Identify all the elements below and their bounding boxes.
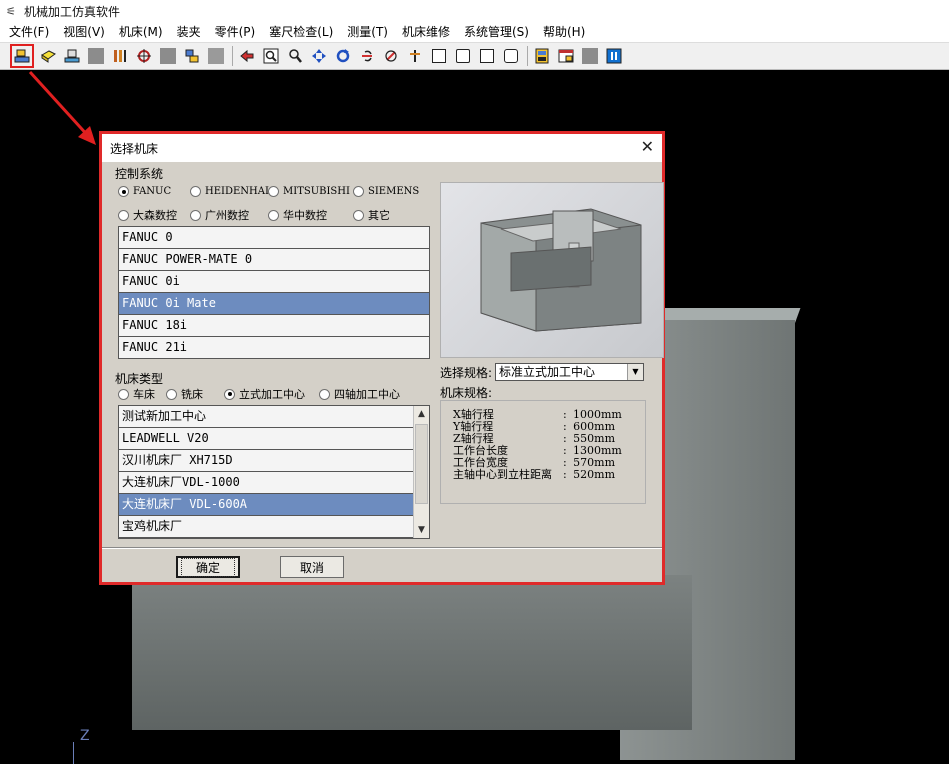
menu-bar: 文件(F) 视图(V) 机床(M) 装夹 零件(P) 塞尺检查(L) 测量(T)… <box>0 22 949 42</box>
list-item[interactable]: FANUC 18i <box>119 315 429 337</box>
ok-button[interactable]: 确定 <box>176 556 240 578</box>
list-item-selected[interactable]: FANUC 0i Mate <box>119 293 429 315</box>
menu-measure[interactable]: 测量(T) <box>340 22 395 42</box>
radio-guangzhou[interactable]: 广州数控 <box>190 207 249 223</box>
machine-spec-label: 机床规格: <box>440 386 493 400</box>
list-item[interactable]: FANUC POWER-MATE 0 <box>119 249 429 271</box>
rotate-left-icon[interactable] <box>357 46 377 66</box>
spec-select-dropdown[interactable]: 标准立式加工中心 ▼ <box>495 363 644 381</box>
scroll-thumb[interactable] <box>415 424 428 504</box>
list-item[interactable]: 测试新加工中心 <box>119 406 414 428</box>
machine-spec-box: X轴行程:1000mm Y轴行程:600mm Z轴行程:550mm 工作台长度:… <box>440 400 646 504</box>
list-item[interactable]: 大连机床厂VDL-1000 <box>119 472 414 494</box>
dialog-title-bar: 选择机床 ✕ <box>102 134 662 162</box>
machine-preview-image <box>440 182 664 358</box>
menu-machine[interactable]: 机床(M) <box>112 22 170 42</box>
workpiece-icon[interactable] <box>182 46 202 66</box>
rotate-icon[interactable] <box>333 46 353 66</box>
zoom-window-icon[interactable] <box>261 46 281 66</box>
menu-file[interactable]: 文件(F) <box>2 22 56 42</box>
machine-list-scrollbar[interactable]: ▲ ▼ <box>413 406 429 538</box>
cube-right-icon[interactable] <box>501 46 521 66</box>
axis-icon[interactable] <box>405 46 425 66</box>
dialog-title: 选择机床 <box>110 141 159 156</box>
menu-part[interactable]: 零件(P) <box>208 22 263 42</box>
cube-top-icon[interactable] <box>453 46 473 66</box>
pan-icon[interactable] <box>309 46 329 66</box>
chevron-down-icon[interactable]: ▼ <box>627 364 643 380</box>
move-icon[interactable] <box>237 46 257 66</box>
toolbar-separator <box>527 46 528 66</box>
toolbar-separator <box>232 46 233 66</box>
disabled-grid-icon[interactable] <box>206 46 226 66</box>
cube-front-icon[interactable] <box>429 46 449 66</box>
disabled-workpiece-icon[interactable] <box>158 46 178 66</box>
menu-machine-repair[interactable]: 机床维修 <box>395 22 457 42</box>
radio-mitsubishi[interactable]: MITSUBISHI <box>268 186 350 197</box>
radio-siemens[interactable]: SIEMENS <box>353 186 419 197</box>
close-icon[interactable]: ✕ <box>641 138 654 156</box>
app-icon: ⚟ <box>6 4 16 18</box>
radio-huazhong[interactable]: 华中数控 <box>268 207 327 223</box>
control-system-label: 控制系统 <box>115 165 164 182</box>
tool-change-icon[interactable] <box>110 46 130 66</box>
menu-view[interactable]: 视图(V) <box>56 22 112 42</box>
crosshair-icon[interactable] <box>134 46 154 66</box>
window-icon[interactable] <box>556 46 576 66</box>
cancel-button[interactable]: 取消 <box>280 556 344 578</box>
spec-row: 主轴中心到立柱距离:520mm <box>453 468 615 481</box>
radio-fanuc[interactable]: FANUC <box>118 186 171 197</box>
machine-type-label: 机床类型 <box>115 370 164 387</box>
machine-base <box>132 575 692 730</box>
list-item[interactable]: LEADWELL V20 <box>119 428 414 450</box>
part-icon[interactable] <box>38 46 58 66</box>
list-item[interactable]: FANUC 0 <box>119 227 429 249</box>
spec-select-value: 标准立式加工中心 <box>499 365 596 379</box>
control-panel-icon[interactable] <box>532 46 552 66</box>
dialog-footer-separator <box>102 547 662 549</box>
machine-list[interactable]: 测试新加工中心 LEADWELL V20 汉川机床厂 XH715D 大连机床厂V… <box>118 405 430 539</box>
radio-vertical-center[interactable]: 立式加工中心 <box>224 386 305 402</box>
radio-other[interactable]: 其它 <box>353 207 390 223</box>
spec-select-label: 选择规格: <box>440 366 493 380</box>
disabled-tool-icon[interactable] <box>86 46 106 66</box>
radio-lathe[interactable]: 车床 <box>118 386 155 402</box>
menu-help[interactable]: 帮助(H) <box>536 22 592 42</box>
axis-z-line <box>73 742 74 764</box>
scroll-up-icon[interactable]: ▲ <box>414 406 429 422</box>
control-system-list[interactable]: FANUC 0 FANUC POWER-MATE 0 FANUC 0i FANU… <box>118 226 430 359</box>
select-machine-icon[interactable] <box>10 44 34 68</box>
zoom-icon[interactable] <box>285 46 305 66</box>
title-bar: ⚟ 机械加工仿真软件 <box>0 0 949 22</box>
list-item[interactable]: FANUC 21i <box>119 337 429 358</box>
fixture-icon[interactable] <box>62 46 82 66</box>
pause-icon[interactable] <box>604 46 624 66</box>
menu-feeler-check[interactable]: 塞尺检查(L) <box>262 22 340 42</box>
list-item-selected[interactable]: 大连机床厂 VDL-600A <box>119 494 414 516</box>
disabled-option-icon[interactable] <box>580 46 600 66</box>
list-item[interactable]: FANUC 0i <box>119 271 429 293</box>
list-item[interactable]: 宝鸡机床厂 <box>119 516 414 538</box>
menu-fixture[interactable]: 装夹 <box>170 22 208 42</box>
cube-left-icon[interactable] <box>477 46 497 66</box>
scroll-down-icon[interactable]: ▼ <box>414 522 429 538</box>
select-machine-dialog: 选择机床 ✕ 控制系统 FANUC HEIDENHAI MITSUBISHI S… <box>99 131 665 585</box>
radio-heidenhai[interactable]: HEIDENHAI <box>190 186 269 197</box>
radio-4axis-center[interactable]: 四轴加工中心 <box>319 386 400 402</box>
window-title: 机械加工仿真软件 <box>24 4 121 19</box>
list-item[interactable]: 汉川机床厂 XH715D <box>119 450 414 472</box>
radio-mill[interactable]: 铣床 <box>166 386 203 402</box>
rotate-right-icon[interactable] <box>381 46 401 66</box>
menu-system[interactable]: 系统管理(S) <box>457 22 536 42</box>
radio-dasen[interactable]: 大森数控 <box>118 207 177 223</box>
axis-z-label: Z <box>80 728 90 744</box>
toolbar <box>0 42 949 70</box>
